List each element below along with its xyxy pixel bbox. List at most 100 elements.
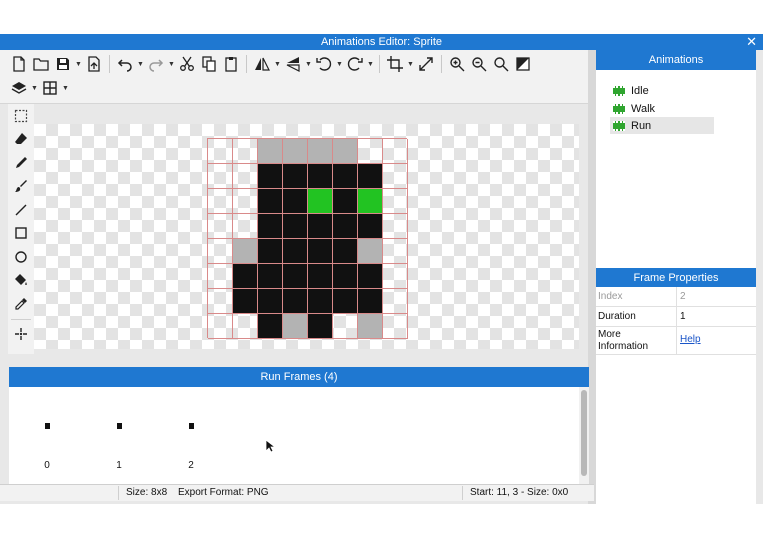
- resize-icon[interactable]: [415, 53, 437, 75]
- sprite-pixel[interactable]: [258, 139, 283, 164]
- sprite-pixel[interactable]: [233, 189, 258, 214]
- flip-vertical-icon[interactable]: [282, 53, 304, 75]
- sprite-pixel[interactable]: [383, 164, 408, 189]
- brush-icon[interactable]: [8, 175, 34, 199]
- line-icon[interactable]: [8, 198, 34, 222]
- sprite-pixel[interactable]: [283, 189, 308, 214]
- crop-icon[interactable]: [384, 53, 406, 75]
- sprite-pixel[interactable]: [308, 214, 333, 239]
- animation-item-walk[interactable]: Walk: [610, 100, 714, 117]
- sprite-pixel[interactable]: [333, 314, 358, 339]
- sprite-pixel[interactable]: [208, 164, 233, 189]
- sprite-pixel[interactable]: [358, 314, 383, 339]
- sprite-pixel[interactable]: [208, 264, 233, 289]
- grid-icon[interactable]: [39, 77, 61, 99]
- sprite-pixel[interactable]: [233, 239, 258, 264]
- sprite-pixel[interactable]: [358, 189, 383, 214]
- new-file-icon[interactable]: [8, 53, 30, 75]
- sprite-pixel[interactable]: [333, 264, 358, 289]
- help-link[interactable]: Help: [680, 334, 701, 345]
- rotate-left-icon[interactable]: [313, 53, 335, 75]
- sprite-pixel[interactable]: [308, 314, 333, 339]
- sprite-pixel[interactable]: [208, 139, 233, 164]
- undo-icon[interactable]: [114, 53, 136, 75]
- property-row-duration[interactable]: Duration 1: [596, 307, 756, 327]
- sprite-canvas[interactable]: [34, 124, 579, 349]
- rotate-right-dropdown-icon[interactable]: ▼: [366, 53, 375, 75]
- sprite-pixel[interactable]: [308, 264, 333, 289]
- sprite-pixel[interactable]: [233, 314, 258, 339]
- sprite-pixel[interactable]: [283, 214, 308, 239]
- sprite-pixel[interactable]: [283, 164, 308, 189]
- sprite-pixel[interactable]: [283, 139, 308, 164]
- rotate-left-dropdown-icon[interactable]: ▼: [335, 53, 344, 75]
- panel-splitter[interactable]: [588, 50, 596, 504]
- sprite-pixel[interactable]: [258, 314, 283, 339]
- layers-icon[interactable]: [8, 77, 30, 99]
- select-rect-icon[interactable]: [8, 104, 34, 128]
- sprite-pixel[interactable]: [333, 164, 358, 189]
- save-dropdown-icon[interactable]: ▼: [74, 53, 83, 75]
- frames-scrollbar-thumb[interactable]: [581, 390, 587, 476]
- sprite-pixel[interactable]: [208, 289, 233, 314]
- frame-item[interactable]: 1: [109, 423, 129, 471]
- sprite-pixel[interactable]: [358, 239, 383, 264]
- sprite-pixel[interactable]: [283, 289, 308, 314]
- sprite-pixel[interactable]: [233, 289, 258, 314]
- paste-icon[interactable]: [220, 53, 242, 75]
- sprite-pixel[interactable]: [333, 189, 358, 214]
- zoom-fit-icon[interactable]: [490, 53, 512, 75]
- sprite-pixel[interactable]: [283, 264, 308, 289]
- fill-bucket-icon[interactable]: [8, 269, 34, 293]
- sprite-pixel[interactable]: [258, 289, 283, 314]
- sprite-pixel[interactable]: [308, 189, 333, 214]
- sprite-pixel[interactable]: [358, 214, 383, 239]
- sprite-pixel[interactable]: [333, 239, 358, 264]
- eraser-icon[interactable]: [8, 128, 34, 152]
- sprite-pixel[interactable]: [233, 214, 258, 239]
- flip-v-dropdown-icon[interactable]: ▼: [304, 53, 313, 75]
- undo-dropdown-icon[interactable]: ▼: [136, 53, 145, 75]
- sprite-pixel[interactable]: [383, 189, 408, 214]
- flip-h-dropdown-icon[interactable]: ▼: [273, 53, 282, 75]
- property-value-duration[interactable]: 1: [680, 307, 686, 327]
- pixel-grid[interactable]: [207, 138, 408, 339]
- animation-item-run[interactable]: Run: [610, 117, 714, 134]
- layers-dropdown-icon[interactable]: ▼: [30, 77, 39, 99]
- sprite-pixel[interactable]: [333, 289, 358, 314]
- crop-dropdown-icon[interactable]: ▼: [406, 53, 415, 75]
- sprite-pixel[interactable]: [233, 139, 258, 164]
- sprite-pixel[interactable]: [358, 264, 383, 289]
- sprite-pixel[interactable]: [308, 239, 333, 264]
- redo-dropdown-icon[interactable]: ▼: [167, 53, 176, 75]
- sprite-pixel[interactable]: [308, 289, 333, 314]
- sprite-pixel[interactable]: [308, 164, 333, 189]
- sprite-pixel[interactable]: [258, 214, 283, 239]
- sprite-pixel[interactable]: [383, 289, 408, 314]
- rotate-right-icon[interactable]: [344, 53, 366, 75]
- zoom-out-icon[interactable]: [468, 53, 490, 75]
- sprite-pixel[interactable]: [233, 164, 258, 189]
- sprite-pixel[interactable]: [258, 164, 283, 189]
- eyedropper-icon[interactable]: [8, 292, 34, 316]
- export-icon[interactable]: [83, 53, 105, 75]
- invert-icon[interactable]: [512, 53, 534, 75]
- sprite-pixel[interactable]: [208, 189, 233, 214]
- sprite-pixel[interactable]: [383, 314, 408, 339]
- sprite-pixel[interactable]: [358, 164, 383, 189]
- sprite-pixel[interactable]: [258, 189, 283, 214]
- sprite-pixel[interactable]: [258, 239, 283, 264]
- sprite-pixel[interactable]: [333, 214, 358, 239]
- sprite-pixel[interactable]: [283, 239, 308, 264]
- sprite-pixel[interactable]: [258, 264, 283, 289]
- rectangle-icon[interactable]: [8, 222, 34, 246]
- sprite-pixel[interactable]: [358, 289, 383, 314]
- save-icon[interactable]: [52, 53, 74, 75]
- sprite-pixel[interactable]: [383, 214, 408, 239]
- sprite-pixel[interactable]: [208, 314, 233, 339]
- zoom-in-icon[interactable]: [446, 53, 468, 75]
- sprite-pixel[interactable]: [283, 314, 308, 339]
- open-folder-icon[interactable]: [30, 53, 52, 75]
- sprite-pixel[interactable]: [383, 139, 408, 164]
- pencil-icon[interactable]: [8, 151, 34, 175]
